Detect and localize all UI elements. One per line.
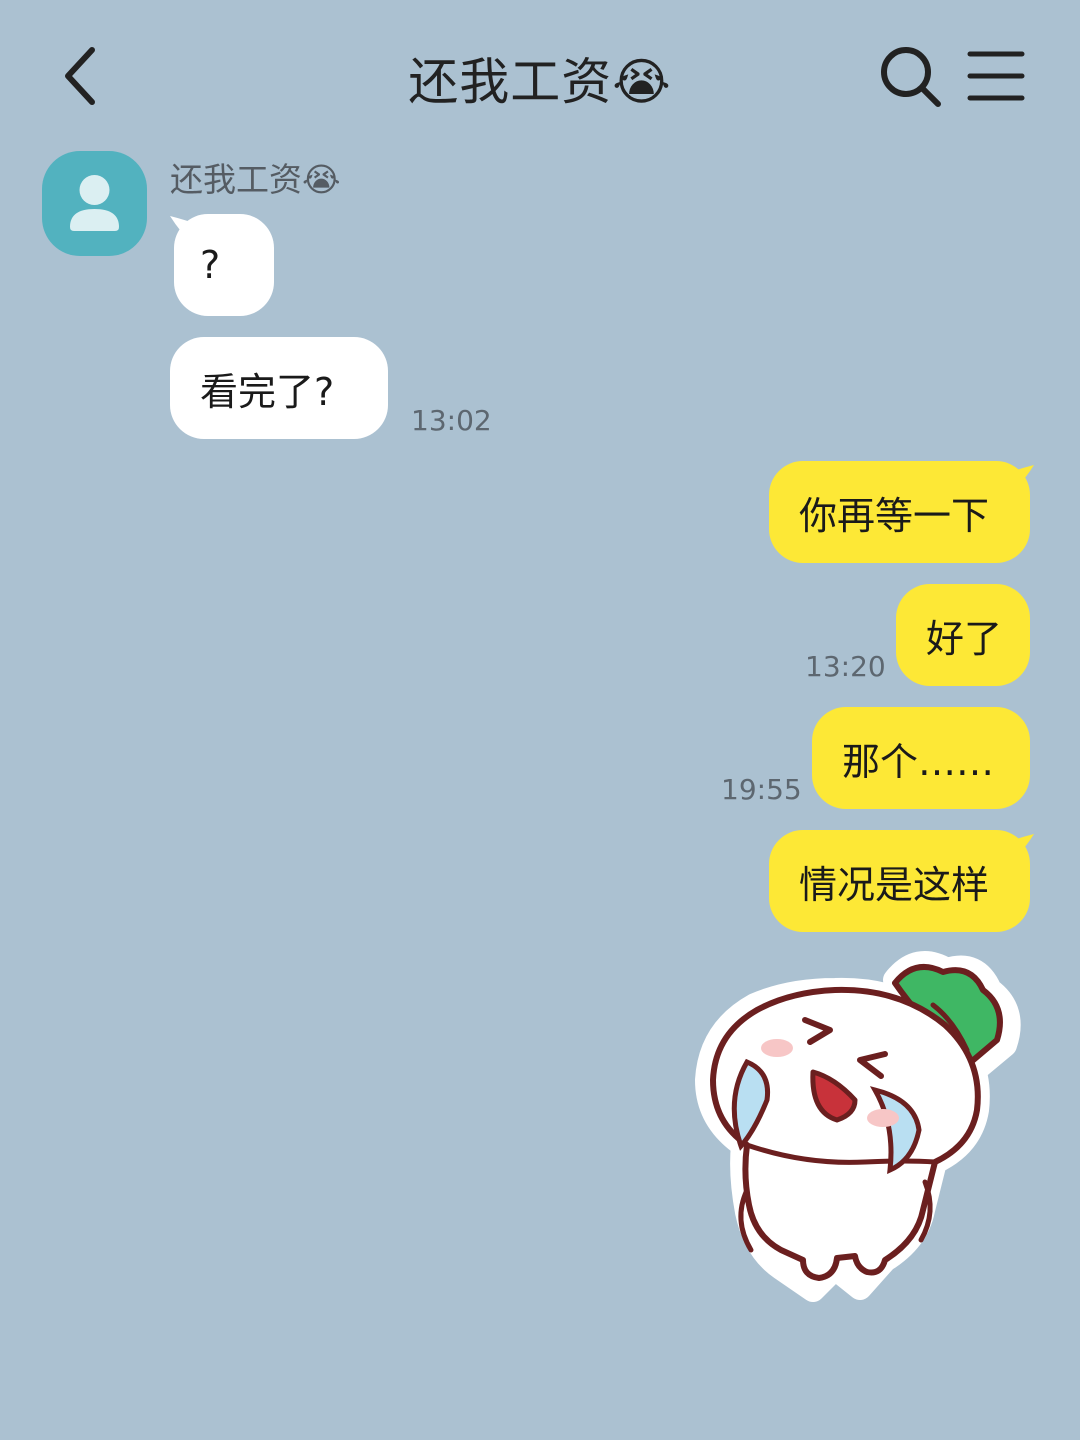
message-bubble-incoming[interactable]: ? bbox=[174, 214, 274, 316]
menu-button[interactable] bbox=[964, 44, 1028, 108]
message-text: 你再等一下 bbox=[799, 493, 990, 538]
message-text: ? bbox=[200, 243, 221, 287]
message-text: 情况是这样 bbox=[799, 862, 990, 907]
message-text: 看完了? bbox=[200, 369, 335, 414]
message-timestamp: 19:55 bbox=[721, 773, 802, 806]
sender-name: 还我工资😭 bbox=[170, 160, 341, 199]
search-icon bbox=[881, 47, 941, 107]
message-text: 好了 bbox=[926, 616, 1003, 661]
message-bubble-outgoing[interactable]: 你再等一下 bbox=[769, 461, 1030, 563]
message-text: 那个…… bbox=[842, 739, 995, 784]
message-bubble-outgoing[interactable]: 那个…… bbox=[812, 707, 1030, 809]
crying-radish-icon bbox=[695, 951, 1021, 1302]
message-bubble-incoming[interactable]: 看完了? bbox=[170, 337, 388, 439]
message-timestamp: 13:20 bbox=[805, 650, 886, 683]
search-button[interactable] bbox=[876, 42, 946, 112]
avatar[interactable] bbox=[42, 151, 147, 256]
person-icon bbox=[70, 175, 119, 231]
hamburger-menu-icon bbox=[967, 51, 1025, 101]
crying-radish-sticker[interactable] bbox=[685, 950, 1035, 1320]
chat-header: 还我工资😭 bbox=[0, 0, 1080, 150]
message-bubble-outgoing[interactable]: 情况是这样 bbox=[769, 830, 1030, 932]
message-timestamp: 13:02 bbox=[411, 404, 492, 437]
message-bubble-outgoing[interactable]: 好了 bbox=[896, 584, 1030, 686]
